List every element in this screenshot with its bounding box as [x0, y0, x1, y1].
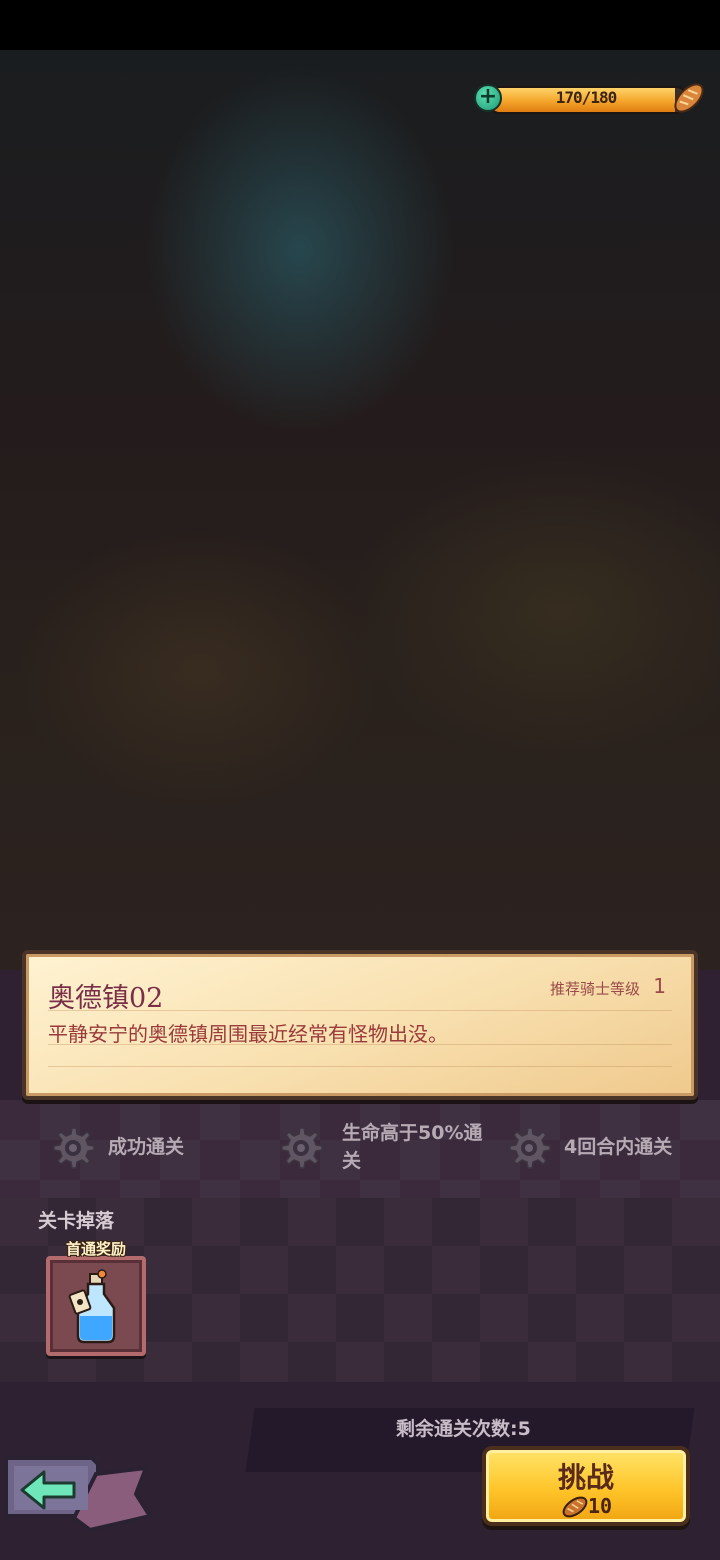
- status-bar: [0, 0, 720, 50]
- objectives-list: 成功通关 生命高于50%通 关 4回合内通关: [0, 1118, 720, 1178]
- objective-text-line2: 关: [342, 1150, 362, 1172]
- stage-description: 平静安宁的奥德镇周围最近经常有怪物出没。: [48, 1022, 448, 1046]
- challenge-button[interactable]: 挑战 10: [482, 1446, 690, 1526]
- drops-title: 关卡掉落: [38, 1210, 115, 1232]
- gear-icon: [53, 1127, 95, 1169]
- back-button[interactable]: [0, 1452, 160, 1536]
- reward-item-slot[interactable]: [46, 1256, 146, 1356]
- recommended-level-value: 1: [653, 974, 666, 998]
- plus-icon[interactable]: +: [474, 84, 502, 112]
- stage-title: 奥德镇02: [48, 983, 164, 1014]
- objective-text: 成功通关: [108, 1136, 185, 1158]
- gear-icon: [509, 1127, 551, 1169]
- challenge-label: 挑战: [557, 1461, 614, 1494]
- objective-text: 生命高于50%通: [342, 1122, 483, 1144]
- energy-value: 170/180: [555, 88, 617, 107]
- objective-item: 成功通关: [48, 1118, 258, 1178]
- energy-bar: 170/180 +: [474, 80, 706, 116]
- potion-bottle-icon: [68, 1269, 116, 1344]
- stage-background: [0, 50, 720, 970]
- challenge-cost: 10: [588, 1494, 613, 1518]
- recommended-level-label: 推荐骑士等级: [549, 980, 640, 998]
- card-rule: [48, 1066, 672, 1067]
- stage-info-card: 奥德镇02 推荐骑士等级 1 平静安宁的奥德镇周围最近经常有怪物出没。: [22, 950, 698, 1100]
- objective-item: 生命高于50%通 关: [276, 1118, 496, 1178]
- bread-icon: [562, 1496, 588, 1518]
- objective-item: 4回合内通关: [504, 1118, 714, 1178]
- gear-icon: [281, 1127, 323, 1169]
- first-clear-reward-tag: 首通奖励: [65, 1240, 126, 1258]
- objective-text: 4回合内通关: [564, 1136, 673, 1158]
- remaining-attempts-text: 剩余通关次数:5: [396, 1418, 531, 1440]
- bread-icon: [674, 83, 704, 113]
